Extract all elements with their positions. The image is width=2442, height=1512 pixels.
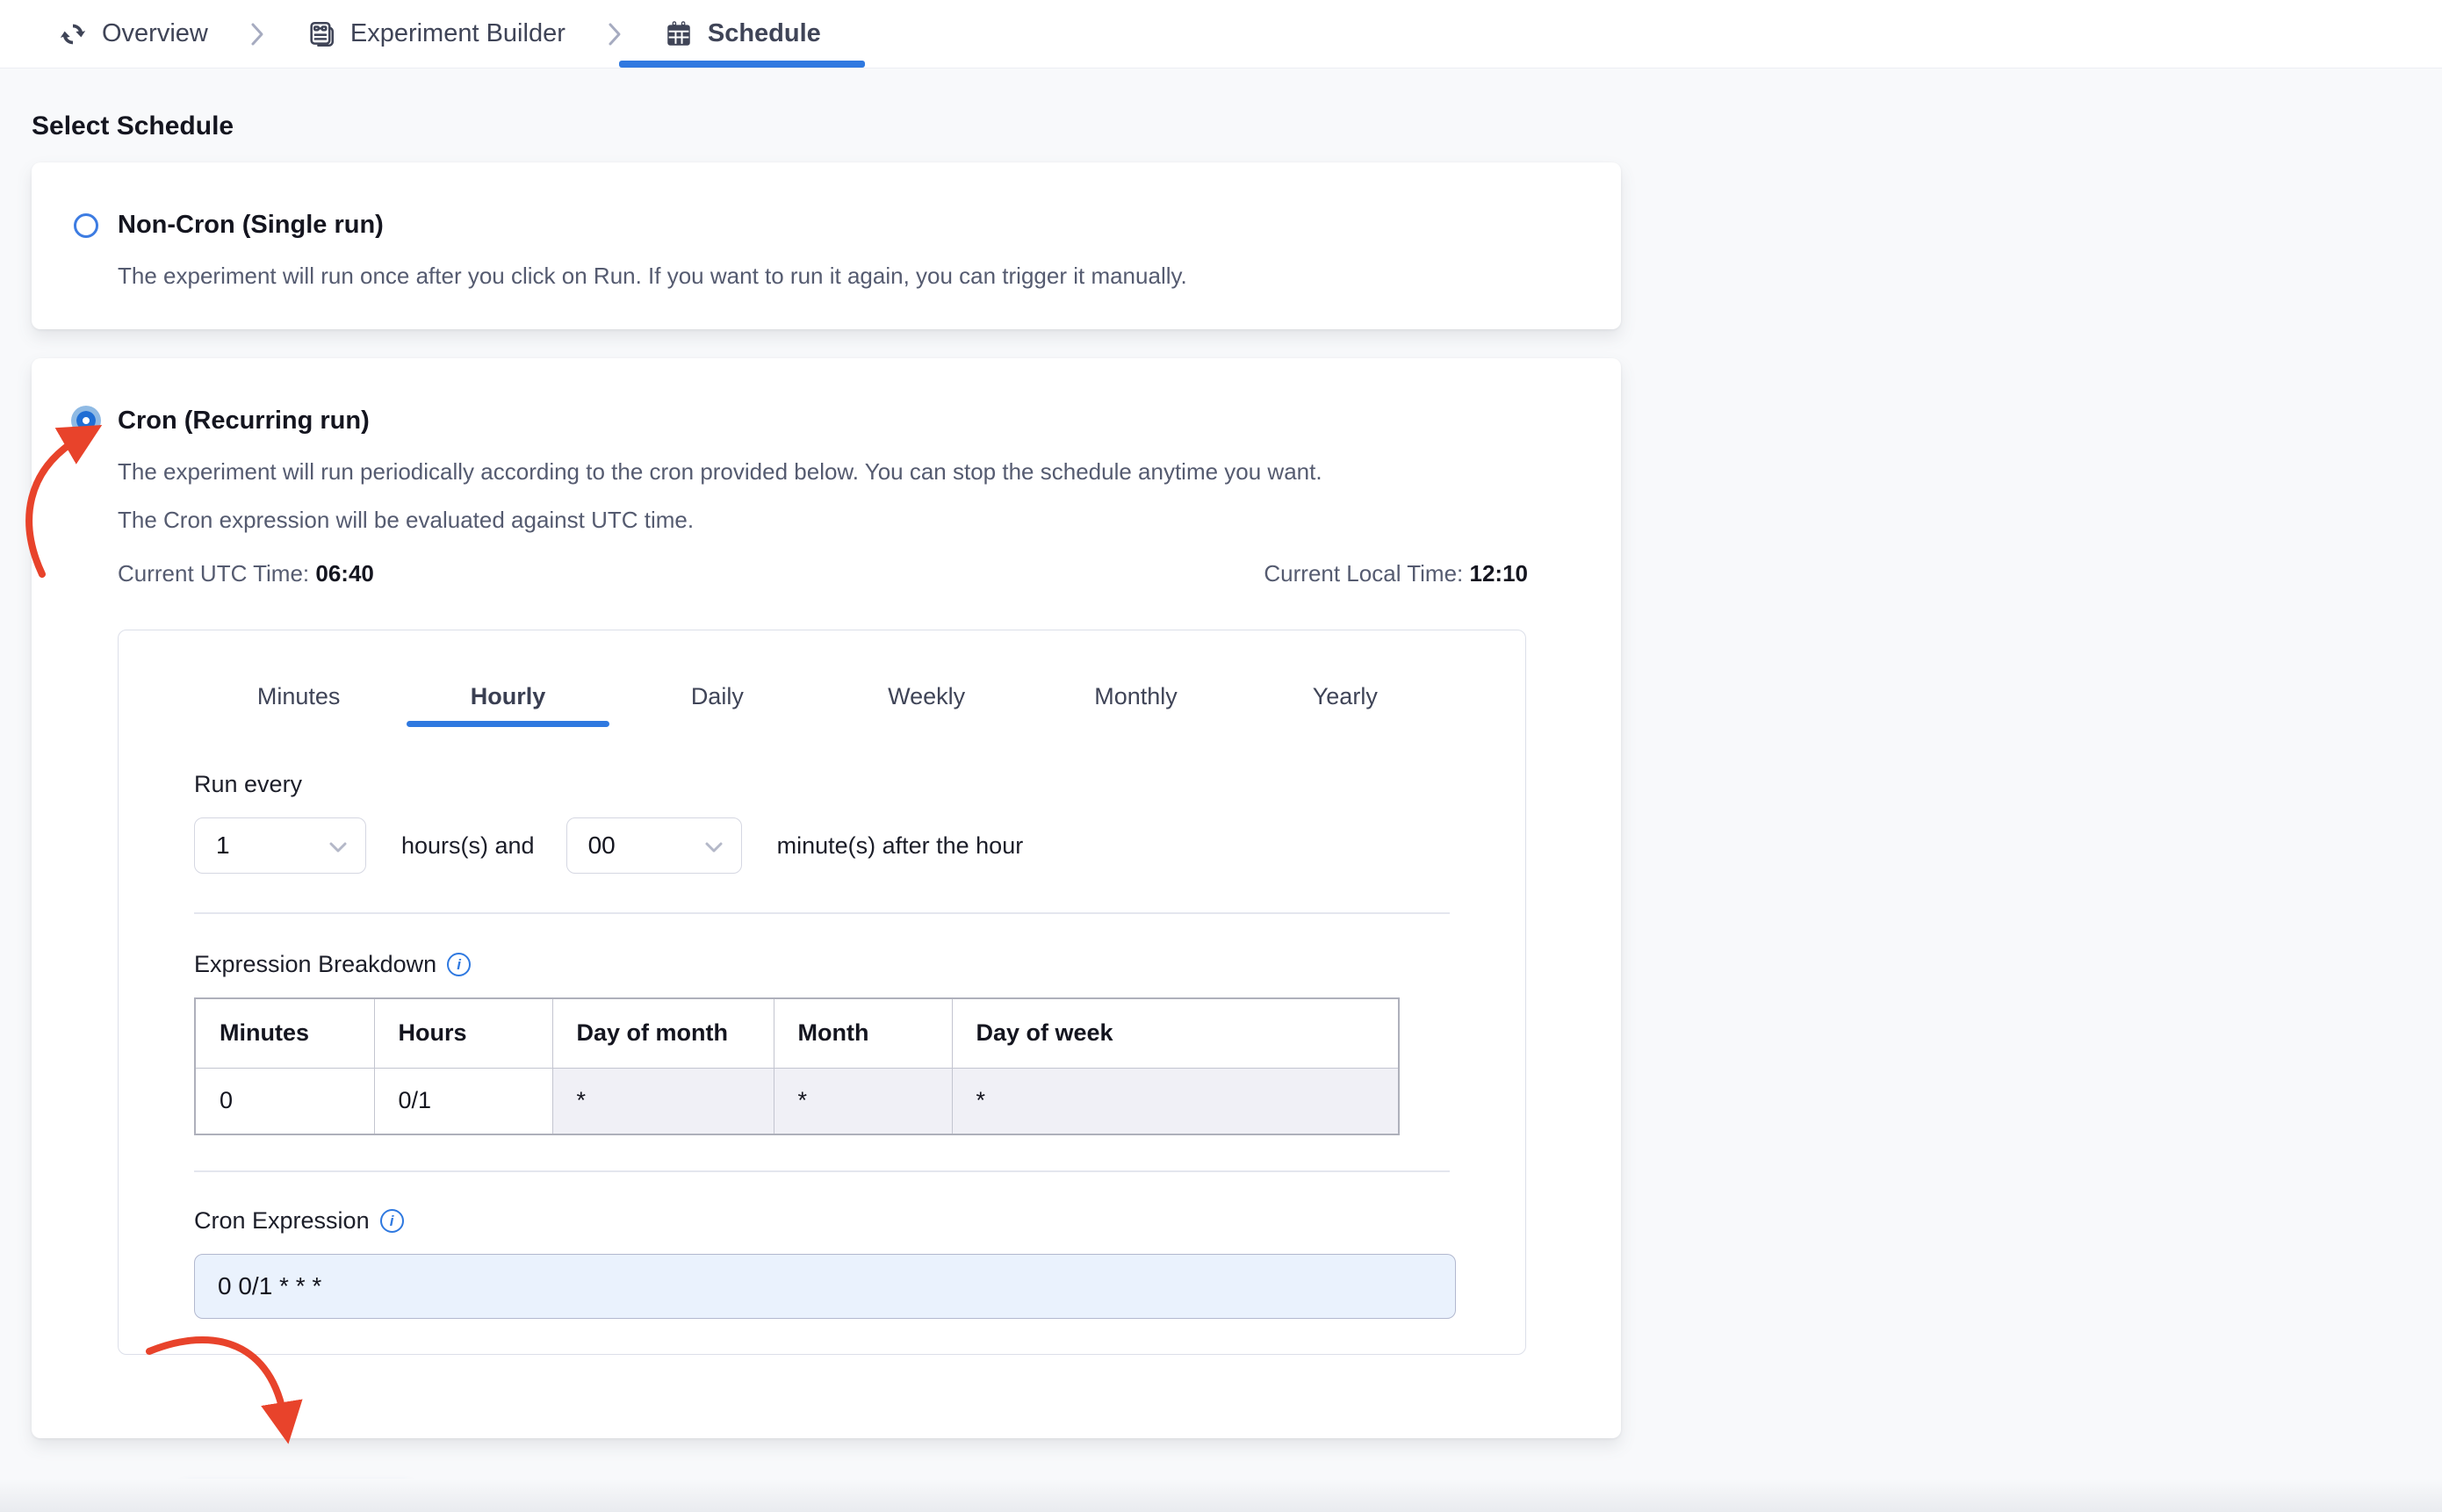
breadcrumb-item-experiment-builder[interactable]: Experiment Builder (306, 0, 565, 68)
breadcrumb-label: Overview (102, 19, 208, 47)
minutes-select-value: 00 (587, 832, 616, 859)
cell-month-value: * (773, 1067, 953, 1135)
column-header-day-of-week: Day of week (951, 997, 1400, 1069)
hours-select-value: 1 (216, 832, 230, 859)
expression-breakdown-header: Expression Breakdown i (194, 951, 1450, 978)
cell-hours-value: 0/1 (373, 1067, 553, 1135)
cron-expression-label: Cron Expression (194, 1207, 370, 1234)
hours-select[interactable]: 1 (194, 817, 366, 874)
cell-day-of-week-value: * (951, 1067, 1400, 1135)
calendar-icon (664, 19, 694, 49)
non-cron-title: Non-Cron (Single run) (118, 211, 384, 239)
cron-expression-header: Cron Expression i (194, 1207, 1450, 1235)
experiment-builder-icon (306, 19, 336, 49)
tab-hourly[interactable]: Hourly (403, 666, 612, 727)
expression-breakdown-label: Expression Breakdown (194, 951, 437, 977)
current-utc-time: Current UTC Time: 06:40 (118, 560, 374, 587)
section-divider (194, 1170, 1450, 1172)
non-cron-description: The experiment will run once after you c… (118, 263, 1187, 289)
page-title: Select Schedule (32, 112, 234, 140)
cron-option-card[interactable]: Cron (Recurring run) The experiment will… (32, 358, 1621, 1438)
chaos-pinwheel-icon (58, 19, 88, 49)
utc-time-label: Current UTC Time: (118, 560, 310, 587)
chevron-right-icon (606, 20, 623, 48)
minutes-suffix-label: minute(s) after the hour (776, 832, 1024, 859)
current-local-time: Current Local Time: 12:10 (1264, 560, 1528, 587)
run-every-controls: 1 hours(s) and 00 minute(s) after the ho… (194, 817, 1450, 874)
cron-description-2: The Cron expression will be evaluated ag… (118, 507, 695, 533)
non-cron-radio[interactable] (74, 212, 98, 238)
local-time-value: 12:10 (1469, 560, 1529, 587)
tab-weekly[interactable]: Weekly (822, 666, 1031, 727)
cron-radio-selected[interactable] (76, 411, 96, 430)
non-cron-option-card[interactable]: Non-Cron (Single run) The experiment wil… (32, 162, 1621, 329)
breadcrumb-label: Experiment Builder (349, 19, 565, 47)
tab-daily[interactable]: Daily (613, 666, 822, 727)
minutes-select[interactable]: 00 (565, 817, 742, 874)
info-icon[interactable]: i (379, 1209, 404, 1233)
column-header-hours: Hours (373, 997, 553, 1069)
info-icon[interactable]: i (447, 953, 472, 976)
cron-title: Cron (Recurring run) (118, 406, 370, 435)
tab-yearly[interactable]: Yearly (1241, 666, 1450, 727)
cell-day-of-month-value: * (551, 1067, 774, 1135)
section-divider (194, 912, 1450, 914)
cron-expression-input[interactable] (194, 1254, 1456, 1319)
breadcrumb-item-schedule[interactable]: Schedule (664, 0, 821, 68)
local-time-label: Current Local Time: (1264, 560, 1464, 587)
cron-scheduler-panel: Minutes Hourly Daily Weekly Monthly Year… (118, 630, 1526, 1355)
column-header-month: Month (773, 997, 953, 1069)
table-value-row: 0 0/1 * * * (194, 1067, 1400, 1135)
tab-minutes[interactable]: Minutes (194, 666, 403, 727)
cron-description-1: The experiment will run periodically acc… (118, 458, 1322, 485)
tab-monthly[interactable]: Monthly (1031, 666, 1240, 727)
schedule-page: Overview Experiment Builder Schedule Sel… (0, 0, 2442, 1512)
frequency-tabs: Minutes Hourly Daily Weekly Monthly Year… (194, 666, 1450, 727)
run-every-label: Run every (194, 771, 303, 797)
chevron-down-icon (704, 832, 724, 860)
breadcrumb: Overview Experiment Builder Schedule (0, 0, 2442, 68)
breadcrumb-label: Schedule (707, 19, 821, 47)
hours-suffix-label: hours(s) and (401, 832, 535, 859)
utc-time-value: 06:40 (315, 560, 374, 587)
page-bottom-gradient (0, 1479, 2442, 1512)
breadcrumb-item-overview[interactable]: Overview (58, 0, 208, 68)
expression-breakdown-table: Minutes Hours Day of month Month Day of … (194, 997, 1400, 1135)
table-header-row: Minutes Hours Day of month Month Day of … (194, 997, 1400, 1069)
column-header-minutes: Minutes (194, 997, 375, 1069)
column-header-day-of-month: Day of month (551, 997, 774, 1069)
chevron-right-icon (249, 20, 266, 48)
current-times-row: Current UTC Time: 06:40 Current Local Ti… (118, 560, 1528, 587)
cell-minutes-value: 0 (194, 1067, 375, 1135)
chevron-down-icon (328, 832, 348, 860)
